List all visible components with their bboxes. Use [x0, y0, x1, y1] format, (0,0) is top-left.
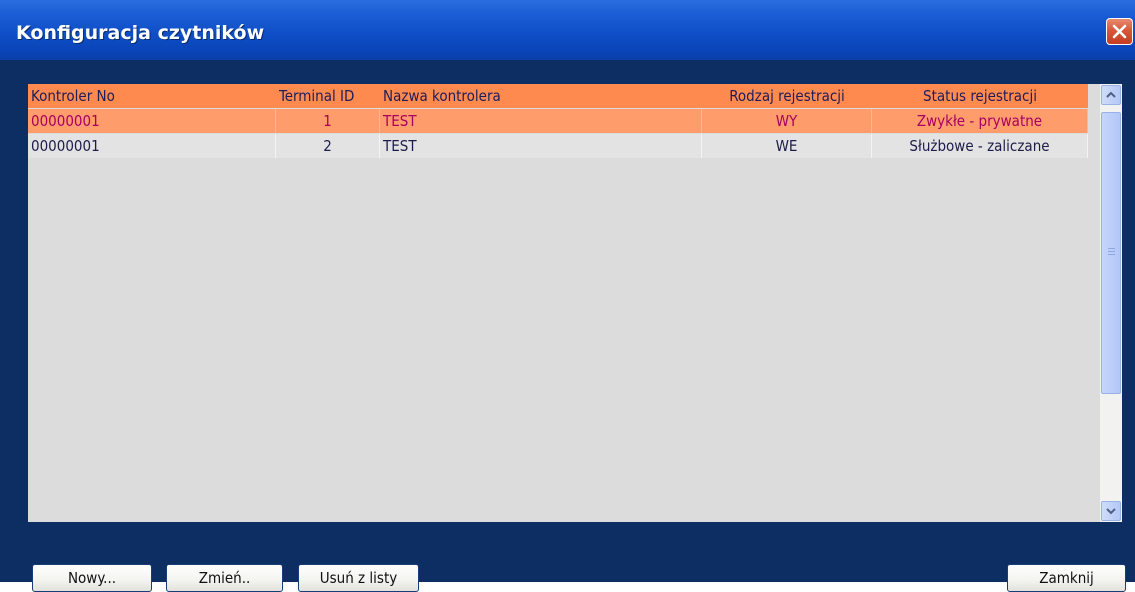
close-dialog-button[interactable]: Zamknij [1007, 564, 1126, 592]
cell-nazwa: TEST [380, 134, 702, 158]
column-header-rodzaj[interactable]: Rodzaj rejestracji [702, 84, 872, 108]
window-title: Konfiguracja czytników [16, 22, 265, 44]
cell-terminal: 1 [276, 109, 380, 133]
table-header: Kontroler No Terminal ID Nazwa kontroler… [28, 84, 1088, 108]
cell-rodzaj: WY [702, 109, 872, 133]
grip-icon [1108, 248, 1115, 256]
cell-rodzaj: WE [702, 134, 872, 158]
chevron-down-icon [1106, 508, 1116, 515]
cell-terminal: 2 [276, 134, 380, 158]
cell-kontroler: 00000001 [28, 109, 276, 133]
scroll-down-button[interactable] [1101, 501, 1121, 521]
dialog-window: Konfiguracja czytników Kontroler No Term… [0, 0, 1135, 592]
cell-status: Zwykłe - prywatne [872, 109, 1088, 133]
table-row[interactable]: 00000001 1 TEST WY Zwykłe - prywatne [28, 109, 1088, 133]
scroll-up-button[interactable] [1101, 85, 1121, 105]
edit-button[interactable]: Zmień.. [166, 564, 283, 592]
cell-nazwa: TEST [380, 109, 702, 133]
column-header-status[interactable]: Status rejestracji [872, 84, 1088, 108]
dialog-content: Kontroler No Terminal ID Nazwa kontroler… [0, 60, 1135, 582]
remove-button[interactable]: Usuń z listy [298, 564, 419, 592]
column-header-kontroler[interactable]: Kontroler No [28, 84, 276, 108]
vertical-scrollbar[interactable] [1100, 84, 1122, 522]
close-button[interactable] [1106, 18, 1133, 45]
chevron-up-icon [1106, 91, 1116, 98]
scroll-thumb[interactable] [1101, 112, 1121, 394]
column-header-nazwa[interactable]: Nazwa kontrolera [380, 84, 702, 108]
close-icon [1112, 24, 1127, 39]
new-button[interactable]: Nowy... [32, 564, 152, 592]
readers-table[interactable]: Kontroler No Terminal ID Nazwa kontroler… [28, 84, 1100, 522]
cell-kontroler: 00000001 [28, 134, 276, 158]
table-row[interactable]: 00000001 2 TEST WE Służbowe - zaliczane [28, 134, 1088, 158]
title-bar[interactable]: Konfiguracja czytników [0, 0, 1135, 60]
column-header-terminal[interactable]: Terminal ID [276, 84, 380, 108]
cell-status: Służbowe - zaliczane [872, 134, 1088, 158]
